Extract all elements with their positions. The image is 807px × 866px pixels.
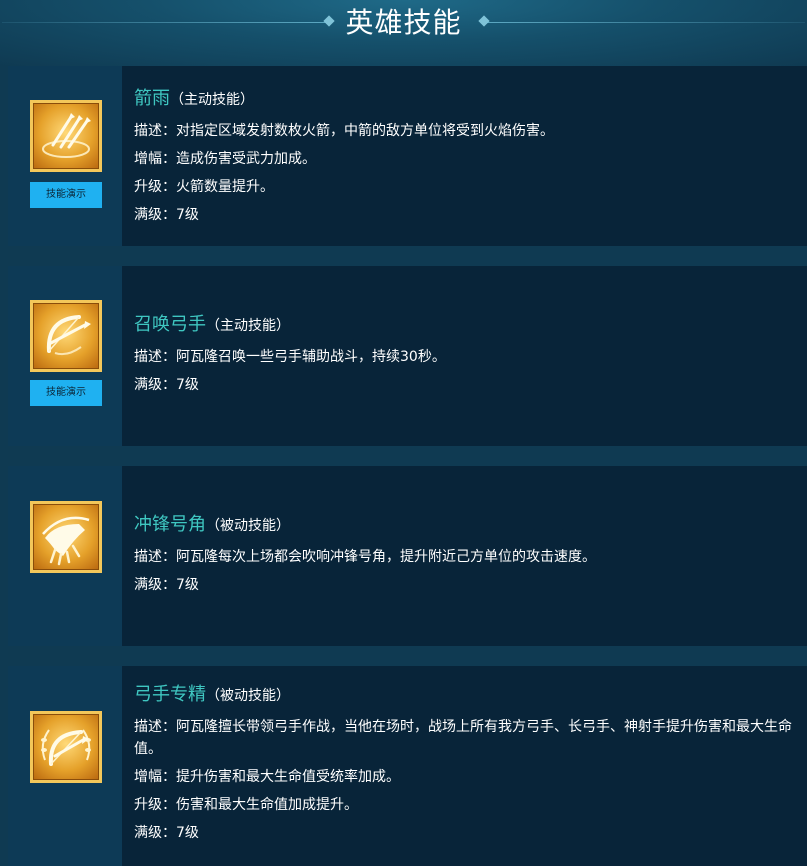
skill-demo-button[interactable]: 技能演示 <box>30 182 102 208</box>
skill-name: 弓手专精 <box>134 684 206 705</box>
page-title: 英雄技能 <box>345 6 462 39</box>
skill-name: 箭雨 <box>134 88 170 109</box>
skill-title: 弓手专精（被动技能） <box>134 680 797 710</box>
skill-max-level: 满级：7级 <box>134 577 199 593</box>
skill-title: 冲锋号角（被动技能） <box>134 510 797 540</box>
skill-name: 冲锋号角 <box>134 514 206 535</box>
arrow-rain-icon <box>30 100 102 172</box>
skill-max-level: 满级：7级 <box>134 377 199 393</box>
summon-archer-bow-icon <box>30 300 102 372</box>
skill-card: 弓手专精（被动技能） 描述：阿瓦隆擅长带领弓手作战，当他在场时，战场上所有我方弓… <box>8 666 807 866</box>
skill-card: 冲锋号角（被动技能） 描述：阿瓦隆每次上场都会吹响冲锋号角，提升附近己方单位的攻… <box>8 466 807 646</box>
skill-demo-button[interactable]: 技能演示 <box>30 380 102 406</box>
header-divider-right <box>487 22 805 23</box>
skill-name: 召唤弓手 <box>134 314 206 335</box>
skill-bonus: 增幅：造成伤害受武力加成。 <box>134 151 316 167</box>
archer-mastery-bow-icon <box>30 711 102 783</box>
skill-type: （主动技能） <box>170 92 254 108</box>
skill-upgrade: 升级：火箭数量提升。 <box>134 179 274 195</box>
skill-details: 弓手专精（被动技能） 描述：阿瓦隆擅长带领弓手作战，当他在场时，战场上所有我方弓… <box>134 680 797 844</box>
charge-horn-icon <box>30 501 102 573</box>
skill-description: 描述：阿瓦隆擅长带领弓手作战，当他在场时，战场上所有我方弓手、长弓手、神射手提升… <box>134 719 792 757</box>
skill-description: 描述：对指定区域发射数枚火箭，中箭的敌方单位将受到火焰伤害。 <box>134 123 554 139</box>
skill-bonus: 增幅：提升伤害和最大生命值受统率加成。 <box>134 769 400 785</box>
skill-type: （被动技能） <box>206 518 290 534</box>
skill-details: 召唤弓手（主动技能） 描述：阿瓦隆召唤一些弓手辅助战斗，持续30秒。 满级：7级 <box>134 310 797 396</box>
skill-type: （主动技能） <box>206 318 290 334</box>
skill-description: 描述：阿瓦隆每次上场都会吹响冲锋号角，提升附近己方单位的攻击速度。 <box>134 549 596 565</box>
skill-description: 描述：阿瓦隆召唤一些弓手辅助战斗，持续30秒。 <box>134 349 446 365</box>
skill-max-level: 满级：7级 <box>134 825 199 841</box>
skill-type: （被动技能） <box>206 688 290 704</box>
skill-title: 箭雨（主动技能） <box>134 84 797 114</box>
skills-header: 英雄技能 <box>0 0 807 66</box>
skill-details: 冲锋号角（被动技能） 描述：阿瓦隆每次上场都会吹响冲锋号角，提升附近己方单位的攻… <box>134 510 797 596</box>
skill-upgrade: 升级：伤害和最大生命值加成提升。 <box>134 797 358 813</box>
skill-max-level: 满级：7级 <box>134 207 199 223</box>
skill-details: 箭雨（主动技能） 描述：对指定区域发射数枚火箭，中箭的敌方单位将受到火焰伤害。 … <box>134 84 797 226</box>
skill-title: 召唤弓手（主动技能） <box>134 310 797 340</box>
skill-card: 技能演示 箭雨（主动技能） 描述：对指定区域发射数枚火箭，中箭的敌方单位将受到火… <box>8 66 807 246</box>
skill-card: 技能演示 召唤弓手（主动技能） 描述：阿瓦隆召唤一些弓手辅助战斗，持续30秒。 … <box>8 266 807 446</box>
